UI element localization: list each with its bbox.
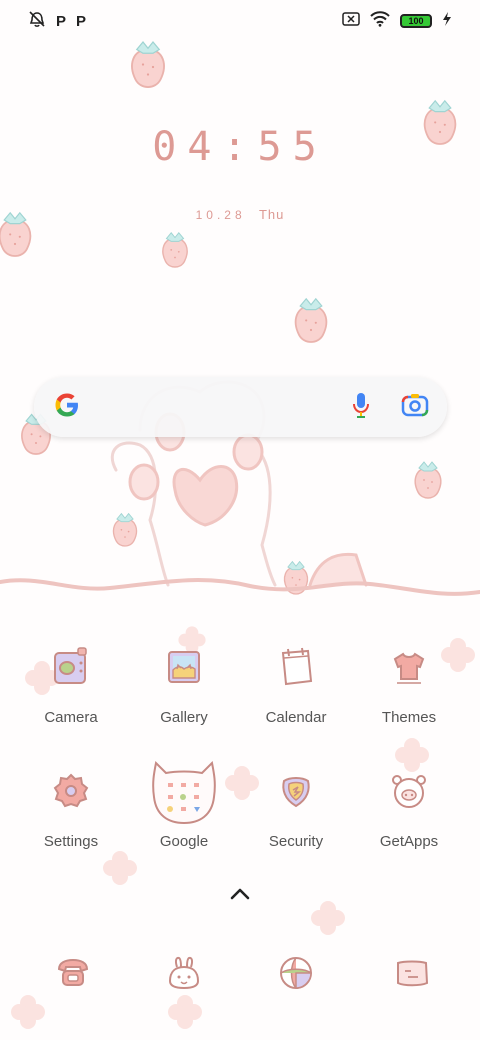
- camera-icon: [41, 637, 101, 697]
- lens-camera-icon[interactable]: [401, 393, 429, 422]
- app-security[interactable]: Security: [236, 761, 356, 861]
- google-g-icon[interactable]: [52, 390, 82, 425]
- p-icon: P: [76, 12, 87, 30]
- app-themes[interactable]: Themes: [349, 637, 469, 737]
- p-icon: P: [56, 12, 67, 30]
- app-label: Security: [268, 833, 324, 850]
- chevron-up-icon[interactable]: [228, 886, 252, 902]
- clock-date: 10.28 Thu: [0, 207, 480, 222]
- gallery-icon: [154, 637, 214, 697]
- app-label: Calendar: [265, 709, 327, 726]
- phone-icon: [53, 953, 93, 998]
- app-label: Google: [159, 833, 209, 850]
- status-bar: P P 100: [0, 0, 480, 42]
- battery-icon: 100: [400, 14, 432, 28]
- charging-icon: [442, 11, 452, 31]
- wave-line: [0, 578, 480, 596]
- dock-phone[interactable]: [43, 945, 103, 1005]
- app-label: Camera: [44, 709, 98, 726]
- no-sim-icon: [342, 11, 360, 31]
- themes-icon: [379, 637, 439, 697]
- search-actions: [351, 391, 429, 424]
- app-label: Themes: [381, 709, 437, 726]
- google-search-widget[interactable]: [34, 377, 447, 437]
- getapps-icon: [379, 761, 439, 821]
- google-folder-icon: [148, 761, 220, 825]
- status-right: 100: [342, 10, 452, 32]
- app-label: Gallery: [160, 709, 208, 726]
- date-text: 10.28: [195, 208, 246, 222]
- app-label: Settings: [43, 833, 99, 850]
- app-getapps[interactable]: GetApps: [349, 761, 469, 861]
- alarm-off-icon: [28, 10, 46, 33]
- wifi-icon: [370, 10, 390, 32]
- settings-gear-icon: [41, 761, 101, 821]
- status-left: P P: [28, 10, 86, 33]
- app-settings[interactable]: Settings: [11, 761, 131, 861]
- app-google-folder[interactable]: Google: [124, 761, 244, 861]
- app-calendar[interactable]: Calendar: [236, 637, 356, 737]
- day-of-week: Thu: [258, 207, 285, 222]
- browser-ball-icon: [276, 953, 316, 998]
- dock-messages[interactable]: [154, 945, 214, 1005]
- app-gallery[interactable]: Gallery: [124, 637, 244, 737]
- app-label: GetApps: [379, 833, 439, 850]
- clock-time: 04:55: [152, 124, 328, 170]
- microphone-icon[interactable]: [351, 391, 371, 424]
- security-shield-icon: [266, 761, 326, 821]
- dock-browser[interactable]: [266, 945, 326, 1005]
- messages-bunny-icon: [164, 953, 204, 998]
- calendar-icon: [266, 637, 326, 697]
- notes-icon: [392, 953, 432, 998]
- app-camera[interactable]: Camera: [11, 637, 131, 737]
- dock-notes[interactable]: [382, 945, 442, 1005]
